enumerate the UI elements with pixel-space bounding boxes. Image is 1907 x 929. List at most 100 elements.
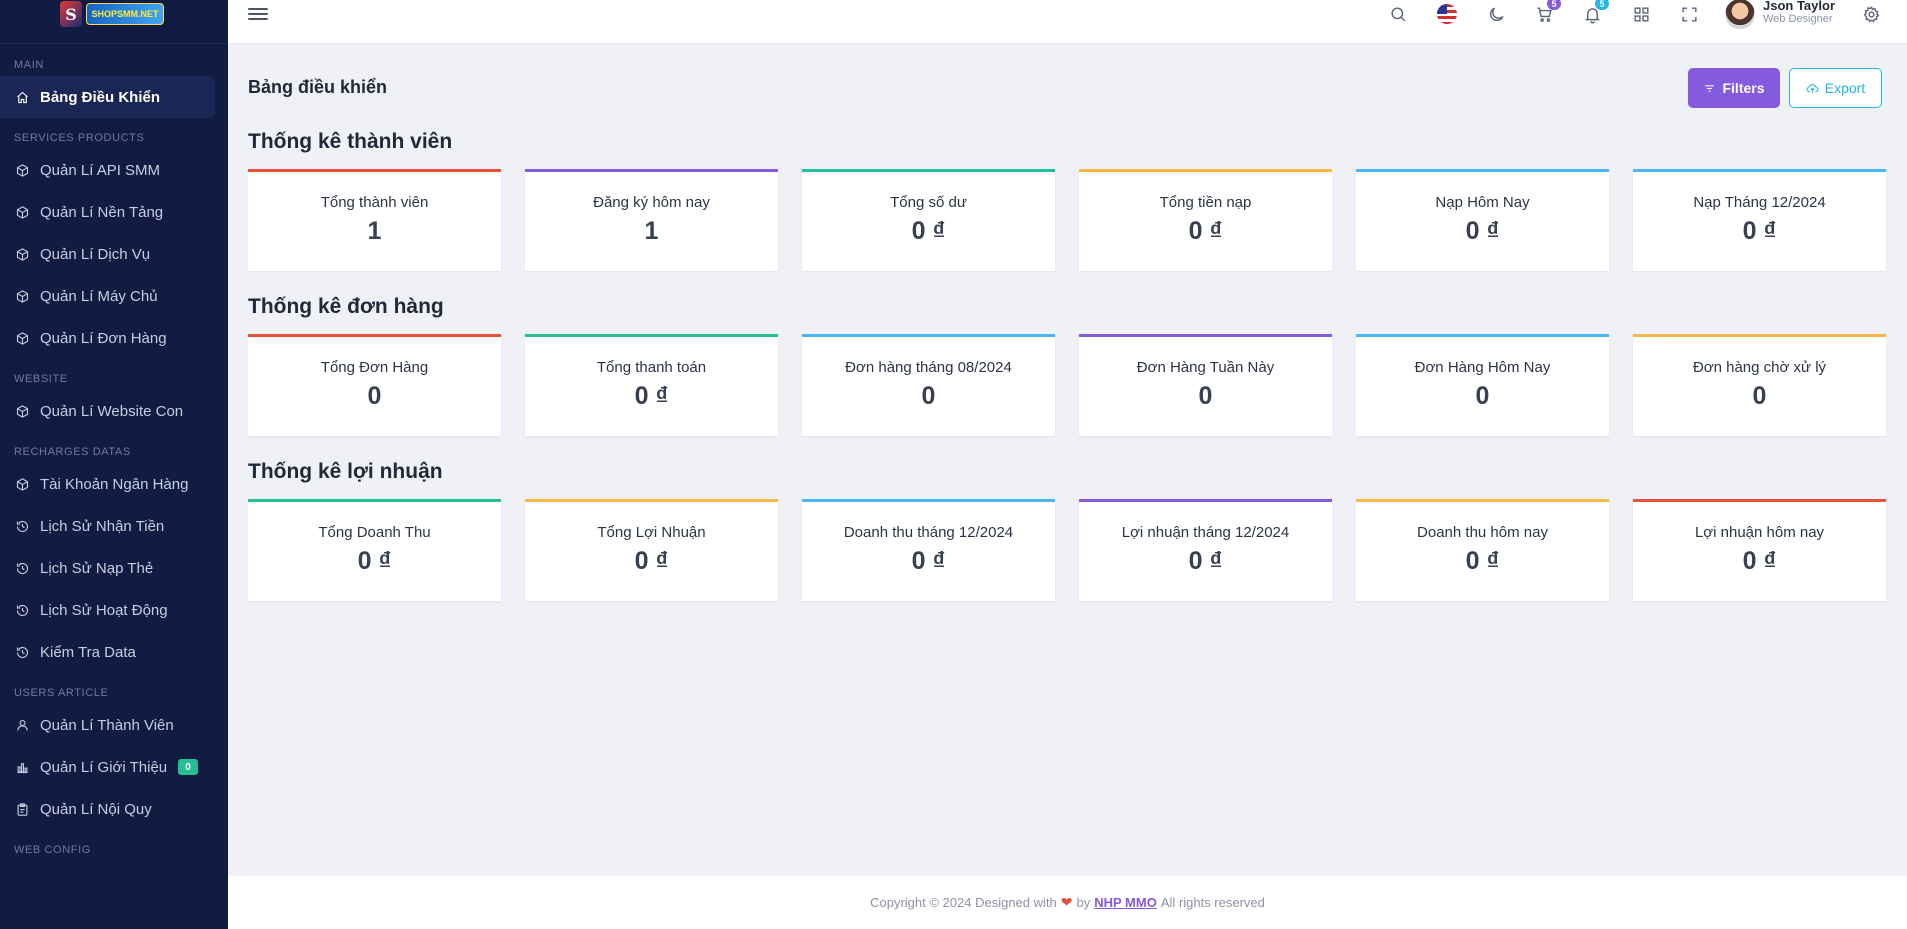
sidebar-item[interactable]: Quản Lí Máy Chủ [0, 275, 228, 317]
sidebar-item-label: Lịch Sử Nhận Tiền [40, 517, 165, 535]
sidebar-item-label: Tài Khoản Ngân Hàng [40, 475, 189, 493]
logo-mark-icon: S [60, 1, 82, 27]
box-icon [14, 288, 30, 304]
stat-card-label: Tổng tiền nạp [1159, 194, 1252, 211]
sidebar-item-label: Quản Lí Website Con [40, 402, 184, 420]
sidebar-item-label: Quản Lí Nền Tảng [40, 203, 164, 221]
sidebar-item-label: Quản Lí Nội Quy [40, 800, 152, 818]
stat-card-label: Tổng thanh toán [596, 359, 707, 376]
sidebar-item-label: Quản Lí Giới Thiệu [40, 758, 168, 776]
dark-mode-icon[interactable] [1485, 3, 1507, 25]
notification-bell-icon[interactable]: 5 [1581, 0, 1609, 25]
menu-toggle-icon[interactable] [248, 5, 268, 25]
history-icon [14, 560, 30, 576]
box-icon [14, 162, 30, 178]
sidebar-item[interactable]: Tài Khoản Ngân Hàng [0, 463, 228, 505]
sidebar-item[interactable]: Lịch Sử Nạp Thẻ [0, 547, 228, 589]
filters-button[interactable]: Filters [1688, 68, 1780, 108]
stat-card: Lợi nhuận tháng 12/2024 0 ₫ [1079, 499, 1332, 601]
user-icon [14, 717, 30, 733]
sidebar-item-label: Quản Lí Đơn Hàng [40, 329, 167, 347]
stat-card: Nạp Hôm Nay 0 ₫ [1356, 169, 1609, 271]
stat-card-label: Tổng Doanh Thu [318, 524, 431, 541]
stat-card-label: Tổng số dư [890, 194, 967, 211]
stat-card-label: Đăng ký hôm nay [593, 194, 710, 211]
cart-icon[interactable]: 5 [1533, 0, 1561, 25]
sidebar-item-label: Quản Lí Máy Chủ [40, 287, 158, 305]
stat-card: Tổng thanh toán 0 ₫ [525, 334, 778, 436]
search-icon[interactable] [1387, 3, 1409, 25]
user-name: Json Taylor [1763, 0, 1836, 13]
stat-card-value: 0 ₫ [1742, 217, 1777, 245]
sidebar-item[interactable]: Bảng Điều Khiển [0, 76, 215, 118]
stat-card: Doanh thu tháng 12/2024 0 ₫ [802, 499, 1055, 601]
history-icon [14, 644, 30, 660]
apps-grid-icon[interactable] [1630, 3, 1652, 25]
sidebar-item[interactable]: Quản Lí Thành Viên [0, 704, 228, 746]
stat-card: Tổng thành viên 1 [248, 169, 501, 271]
nav-section-title: USERS ARTICLE [14, 687, 109, 699]
sidebar-item[interactable]: Quản Lí Nội Quy [0, 788, 228, 830]
sidebar-item-label: Lịch Sử Nạp Thẻ [40, 559, 154, 577]
stat-card: Tổng Lợi Nhuận 0 ₫ [525, 499, 778, 601]
filters-label: Filters [1722, 80, 1765, 96]
nav-section-title: WEBSITE [14, 373, 68, 385]
settings-gear-icon[interactable] [1860, 3, 1882, 25]
page-title: Bảng điều khiển [248, 77, 388, 97]
stat-card-label: Lợi nhuận hôm nay [1694, 524, 1825, 541]
stat-card-value: 0 ₫ [1188, 217, 1223, 245]
stats-section-title: Thống kê đơn hàng [248, 295, 444, 318]
sidebar-item[interactable]: Quản Lí API SMM [0, 149, 228, 191]
stat-card-label: Tổng Đơn Hàng [320, 359, 429, 376]
stat-card: Đăng ký hôm nay 1 [525, 169, 778, 271]
stat-card-value: 0 [367, 382, 382, 410]
stat-card-label: Doanh thu hôm nay [1417, 524, 1548, 541]
box-icon [14, 403, 30, 419]
sidebar-item-label: Quản Lí API SMM [40, 161, 161, 179]
stat-card: Tổng tiền nạp 0 ₫ [1079, 169, 1332, 271]
sidebar-nav: MAIN Bảng Điều Khiển SERVICES PRODUCTS Q… [0, 57, 228, 873]
bar-chart-icon [14, 759, 30, 775]
fullscreen-icon[interactable] [1678, 3, 1700, 25]
stat-card-value: 0 ₫ [1465, 217, 1500, 245]
stats-section-title: Thống kê lợi nhuận [248, 460, 443, 483]
site-logo[interactable]: S SHOPSMM.NET [60, 0, 168, 28]
footer-by: by [1076, 895, 1091, 910]
stat-card-value: 1 [367, 217, 382, 245]
history-icon [14, 518, 30, 534]
sidebar-item[interactable]: Lịch Sử Hoạt Động [0, 589, 228, 631]
sidebar-item[interactable]: Quản Lí Đơn Hàng [0, 317, 228, 359]
stat-card-value: 0 ₫ [1188, 547, 1223, 575]
footer: Copyright © 2024 Designed with ❤ by NHP … [228, 876, 1907, 929]
user-profile[interactable]: Json Taylor Web Designer [1725, 0, 1835, 29]
history-icon [14, 602, 30, 618]
home-icon [14, 89, 30, 105]
stat-card-value: 1 [644, 217, 659, 245]
author-link[interactable]: NHP MMO [1094, 895, 1157, 910]
stat-card-label: Tổng thành viên [320, 194, 429, 211]
language-flag-icon[interactable] [1436, 3, 1458, 25]
stats-card-row: Tổng Đơn Hàng 0 Tổng thanh toán 0 ₫ Đơn … [248, 334, 1886, 436]
sidebar-item[interactable]: Quản Lí Website Con [0, 390, 228, 432]
stat-card-value: 0 ₫ [1465, 547, 1500, 575]
stat-card-value: 0 ₫ [634, 382, 669, 410]
box-icon [14, 246, 30, 262]
stats-card-row: Tổng thành viên 1 Đăng ký hôm nay 1 Tổng… [248, 169, 1886, 271]
stat-card-value: 0 [921, 382, 936, 410]
stat-card-value: 0 [1752, 382, 1767, 410]
sidebar-item-label: Lịch Sử Hoạt Động [40, 601, 168, 619]
sidebar-item[interactable]: Quản Lí Dịch Vụ [0, 233, 228, 275]
stat-card: Nạp Tháng 12/2024 0 ₫ [1633, 169, 1886, 271]
sidebar-item[interactable]: Quản Lí Giới Thiệu 0 [0, 746, 228, 788]
stat-card-value: 0 ₫ [911, 547, 946, 575]
nav-section-title: WEB CONFIG [14, 844, 91, 856]
sidebar-item[interactable]: Kiểm Tra Data [0, 631, 228, 673]
cart-badge: 5 [1547, 0, 1561, 10]
sidebar-item[interactable]: Quản Lí Nền Tảng [0, 191, 228, 233]
stat-card-value: 0 [1198, 382, 1213, 410]
export-button[interactable]: Export [1789, 68, 1882, 108]
sidebar-item[interactable]: Lịch Sử Nhận Tiền [0, 505, 228, 547]
heart-icon: ❤ [1060, 894, 1073, 910]
sidebar: S SHOPSMM.NET MAIN Bảng Điều Khiển SERVI… [0, 0, 228, 929]
sidebar-item-label: Bảng Điều Khiển [40, 88, 161, 106]
